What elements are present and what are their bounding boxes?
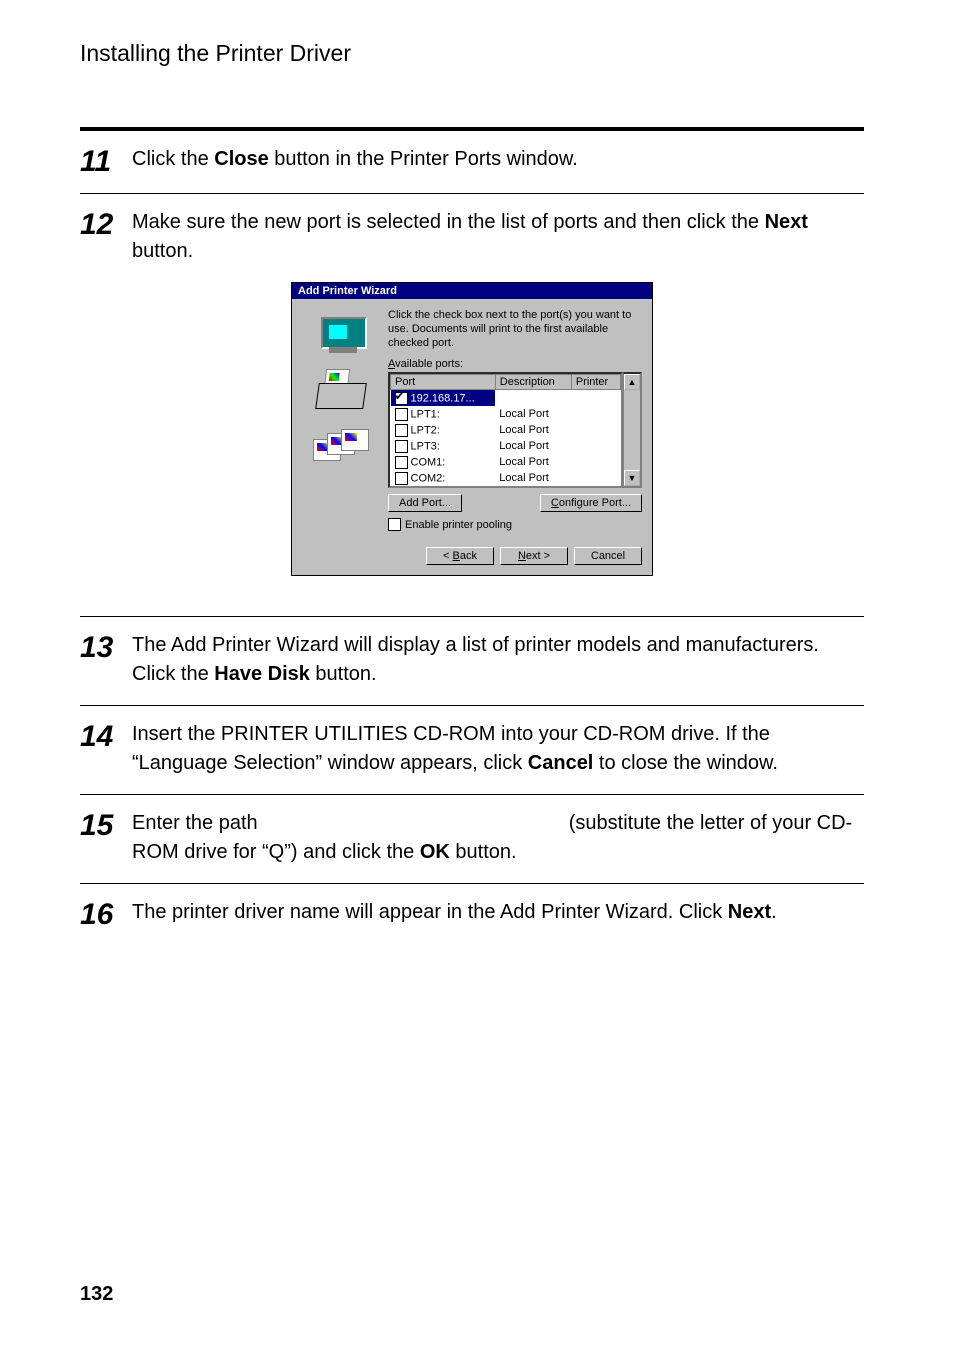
back-button[interactable]: < Back: [426, 547, 494, 565]
ports-listbox[interactable]: Port Description Printer 192.168.17... LP…: [388, 372, 623, 488]
port-checkbox[interactable]: [395, 408, 408, 421]
rule: [80, 794, 864, 795]
port-name: LPT2:: [411, 424, 440, 436]
b: Cancel: [528, 752, 594, 774]
port-row[interactable]: LPT2: Local Port: [391, 422, 621, 438]
t: .: [771, 901, 777, 923]
configure-port-button[interactable]: Configure Port...: [540, 494, 642, 512]
step-16: 16 The printer driver name will appear i…: [80, 898, 864, 930]
port-row[interactable]: 192.168.17...: [391, 390, 621, 407]
port-printer: [571, 454, 620, 470]
t: The printer driver name will appear in t…: [132, 901, 728, 923]
step-number: 16: [80, 898, 132, 930]
b: Next: [765, 211, 808, 233]
scroll-down-icon[interactable]: ▼: [624, 470, 640, 486]
enable-pooling-checkbox[interactable]: Enable printer pooling: [388, 518, 642, 531]
port-desc: Local Port: [495, 406, 571, 422]
port-desc: Local Port: [495, 422, 571, 438]
t: onfigure Port...: [559, 497, 631, 509]
rule: [80, 616, 864, 617]
port-desc: Local Port: [495, 470, 571, 486]
t: to close the window.: [593, 752, 778, 774]
t: button.: [132, 240, 193, 262]
port-checkbox[interactable]: [395, 472, 408, 485]
step-text: The printer driver name will appear in t…: [132, 898, 777, 927]
port-name: COM1:: [411, 456, 446, 468]
port-checkbox[interactable]: [395, 424, 408, 437]
available-ports-label: Available ports:: [388, 358, 642, 370]
step-text: The Add Printer Wizard will display a li…: [132, 631, 864, 689]
ports-scrollbar[interactable]: ▲ ▼: [623, 372, 642, 488]
t: button.: [450, 841, 517, 863]
rule: [80, 883, 864, 884]
scroll-up-icon[interactable]: ▲: [624, 374, 640, 390]
port-desc: Local Port: [495, 454, 571, 470]
port-checkbox[interactable]: [395, 456, 408, 469]
step-number: 13: [80, 631, 132, 663]
rule: [80, 127, 864, 131]
page-number: 132: [80, 1283, 113, 1306]
step-12: 12 Make sure the new port is selected in…: [80, 208, 864, 266]
port-checkbox[interactable]: [395, 392, 408, 405]
port-checkbox[interactable]: [395, 440, 408, 453]
port-name: 192.168.17...: [411, 392, 475, 404]
pages-icon: [313, 429, 373, 465]
step-13: 13 The Add Printer Wizard will display a…: [80, 631, 864, 689]
t: Make sure the new port is selected in th…: [132, 211, 765, 233]
t: vailable ports:: [395, 358, 463, 370]
port-desc: [495, 390, 571, 407]
step-number: 14: [80, 720, 132, 752]
t: nable printer pooling: [412, 519, 512, 531]
step-text: Make sure the new port is selected in th…: [132, 208, 864, 266]
add-printer-wizard-dialog: Add Printer Wizard Click the check box n…: [291, 282, 653, 576]
port-row[interactable]: COM1: Local Port: [391, 454, 621, 470]
port-desc: Local Port: [495, 438, 571, 454]
section-header: Installing the Printer Driver: [80, 40, 864, 67]
port-printer: [571, 390, 620, 407]
col-port[interactable]: Port: [391, 375, 496, 390]
port-name: COM2:: [411, 472, 446, 484]
port-printer: [571, 422, 620, 438]
port-row[interactable]: COM2: Local Port: [391, 470, 621, 486]
col-printer[interactable]: Printer: [571, 375, 620, 390]
b: Close: [214, 148, 268, 170]
t: Click the: [132, 148, 214, 170]
dialog-title: Add Printer Wizard: [292, 283, 652, 299]
next-button[interactable]: Next >: [500, 547, 568, 565]
add-port-button[interactable]: Add Port...: [388, 494, 462, 512]
step-text: Click the Close button in the Printer Po…: [132, 145, 578, 174]
col-desc[interactable]: Description: [495, 375, 571, 390]
step-text: Enter the path (substitute the letter of…: [132, 809, 864, 867]
b: Next: [728, 901, 771, 923]
b: OK: [420, 841, 450, 863]
port-name: LPT3:: [411, 440, 440, 452]
t: button in the Printer Ports window.: [269, 148, 578, 170]
dialog-graphic-panel: [298, 309, 388, 531]
step-number: 15: [80, 809, 132, 841]
step-11: 11 Click the Close button in the Printer…: [80, 145, 864, 177]
port-printer: [571, 438, 620, 454]
rule: [80, 705, 864, 706]
step-14: 14 Insert the PRINTER UTILITIES CD-ROM i…: [80, 720, 864, 778]
b: Have Disk: [214, 663, 310, 685]
port-printer: [571, 470, 620, 486]
port-row[interactable]: LPT3: Local Port: [391, 438, 621, 454]
step-15: 15 Enter the path (substitute the letter…: [80, 809, 864, 867]
port-name: LPT1:: [411, 408, 440, 420]
rule: [80, 193, 864, 194]
step-number: 12: [80, 208, 132, 240]
cancel-button[interactable]: Cancel: [574, 547, 642, 565]
dialog-instruction: Click the check box next to the port(s) …: [388, 309, 642, 350]
monitor-icon: [315, 313, 371, 357]
step-number: 11: [80, 145, 132, 177]
t: Enter the path: [132, 812, 263, 834]
step-text: Insert the PRINTER UTILITIES CD-ROM into…: [132, 720, 864, 778]
printer-icon: [311, 369, 375, 417]
t: button.: [310, 663, 377, 685]
checkbox-icon[interactable]: [388, 518, 401, 531]
port-row[interactable]: LPT1: Local Port: [391, 406, 621, 422]
port-printer: [571, 406, 620, 422]
